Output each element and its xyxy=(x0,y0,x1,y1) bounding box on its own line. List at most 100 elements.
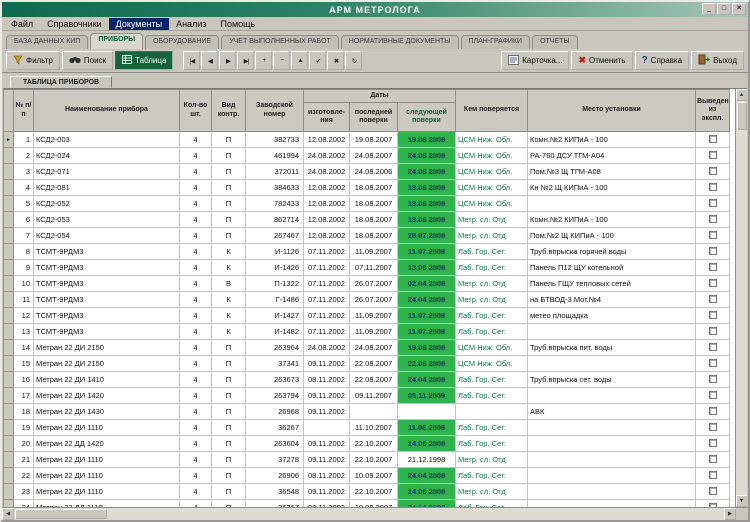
table-row[interactable]: 22Метран 22 ДИ 11104П2690608.11.200210.0… xyxy=(4,468,730,484)
cell-place[interactable]: Труб.впрыска горячей воды xyxy=(528,244,696,260)
cell-qty[interactable]: 4 xyxy=(180,132,212,148)
cell-serial[interactable]: 26367 xyxy=(246,500,304,508)
menu-item[interactable]: Помощь xyxy=(213,18,262,30)
cell-marker[interactable] xyxy=(4,212,14,228)
cell-vid[interactable]: П xyxy=(212,164,246,180)
cell-next[interactable]: 19.08.2008 xyxy=(398,340,456,356)
cell-qty[interactable]: 4 xyxy=(180,484,212,500)
cell-checker[interactable]: Лаб. Гор. Сет. xyxy=(456,324,528,340)
cell-next[interactable]: 22.08.2008 xyxy=(398,356,456,372)
cell-serial[interactable]: 36548 xyxy=(246,484,304,500)
cell-num[interactable]: 4 xyxy=(14,180,34,196)
retired-checkbox[interactable] xyxy=(709,135,717,143)
cell-marker[interactable]: ► xyxy=(4,132,14,148)
retired-checkbox[interactable] xyxy=(709,359,717,367)
retired-checkbox[interactable] xyxy=(709,503,717,508)
table-row[interactable]: 16Метран 22 ДИ 14104П26367308.11.200222.… xyxy=(4,372,730,388)
cell-place[interactable] xyxy=(528,356,696,372)
cell-name[interactable]: Метран 22 ДИ 1110 xyxy=(34,484,180,500)
cell-qty[interactable]: 4 xyxy=(180,164,212,180)
cell-place[interactable]: Комн.№2 КИПиА - 100 xyxy=(528,212,696,228)
cell-checker[interactable]: ЦСМ Ниж. Обл. xyxy=(456,180,528,196)
cell-last[interactable]: 22.10.2007 xyxy=(350,484,398,500)
cell-last[interactable]: 11.09.2007 xyxy=(350,324,398,340)
cell-last[interactable]: 26.07.2007 xyxy=(350,276,398,292)
cell-qty[interactable]: 4 xyxy=(180,212,212,228)
cell-serial[interactable]: 37341 xyxy=(246,356,304,372)
cell-checker[interactable]: ЦСМ Ниж. Обл. xyxy=(456,340,528,356)
cell-num[interactable]: 20 xyxy=(14,436,34,452)
cell-vid[interactable]: П xyxy=(212,148,246,164)
cell-checker[interactable]: Лаб. Гор. Сет. xyxy=(456,420,528,436)
cell-next[interactable]: 24.08.2008 xyxy=(398,164,456,180)
cell-vid[interactable]: П xyxy=(212,356,246,372)
table-view-toggle[interactable]: Таблица xyxy=(115,51,173,70)
maximize-button[interactable]: □ xyxy=(717,3,731,15)
cell-name[interactable]: Метран 22 ДИ 2150 xyxy=(34,356,180,372)
cell-last[interactable]: 24.08.2006 xyxy=(350,164,398,180)
cell-made[interactable]: 09.11.2002 xyxy=(304,388,350,404)
table-row[interactable]: 3КСД2-0714П37201124.08.200224.08.200624.… xyxy=(4,164,730,180)
cell-last[interactable]: 22.08.2007 xyxy=(350,372,398,388)
title-bar[interactable]: АРМ МЕТРОЛОГА _ □ ✕ xyxy=(2,2,748,17)
cell-made[interactable]: 12.08.2002 xyxy=(304,180,350,196)
cell-vid[interactable]: П xyxy=(212,484,246,500)
cell-next[interactable]: 19.08.2008 xyxy=(398,132,456,148)
cell-marker[interactable] xyxy=(4,276,14,292)
cell-vid[interactable]: П xyxy=(212,452,246,468)
vertical-scroll-thumb[interactable] xyxy=(737,102,747,130)
cell-qty[interactable]: 4 xyxy=(180,244,212,260)
cell-place[interactable] xyxy=(528,500,696,508)
cell-checker[interactable]: ЦСМ Ниж. Обл. xyxy=(456,196,528,212)
cell-made[interactable]: 09.11.2002 xyxy=(304,404,350,420)
cell-serial[interactable]: 384633 xyxy=(246,180,304,196)
cell-num[interactable]: 6 xyxy=(14,212,34,228)
cell-marker[interactable] xyxy=(4,324,14,340)
cell-next[interactable]: 11.07.2008 xyxy=(398,324,456,340)
cell-num[interactable]: 17 xyxy=(14,388,34,404)
cell-num[interactable]: 10 xyxy=(14,276,34,292)
cell-vid[interactable]: К xyxy=(212,292,246,308)
cell-next[interactable]: 24.04.2008 xyxy=(398,500,456,508)
cell-vid[interactable]: П xyxy=(212,420,246,436)
filter-button[interactable]: Фильтр xyxy=(6,51,60,70)
cell-serial[interactable]: 26968 xyxy=(246,404,304,420)
cell-qty[interactable]: 4 xyxy=(180,308,212,324)
cell-next[interactable]: 28.07.2008 xyxy=(398,228,456,244)
cell-next[interactable]: 11.06.2008 xyxy=(398,420,456,436)
cell-marker[interactable] xyxy=(4,436,14,452)
cell-name[interactable]: КСД2-052 xyxy=(34,196,180,212)
retired-checkbox[interactable] xyxy=(709,471,717,479)
retired-checkbox[interactable] xyxy=(709,423,717,431)
cell-place[interactable] xyxy=(528,420,696,436)
cell-serial[interactable]: 263964 xyxy=(246,340,304,356)
cell-marker[interactable] xyxy=(4,308,14,324)
cell-place[interactable] xyxy=(528,484,696,500)
cell-marker[interactable] xyxy=(4,468,14,484)
delete-record-button[interactable]: − xyxy=(273,51,290,70)
tab[interactable]: ПЛАН-ГРАФИКИ xyxy=(461,35,531,49)
cell-qty[interactable]: 4 xyxy=(180,340,212,356)
cell-marker[interactable] xyxy=(4,228,14,244)
cell-last[interactable]: 11.10.2007 xyxy=(350,420,398,436)
cell-place[interactable]: Труб.впрыска сет. воды xyxy=(528,372,696,388)
table-row[interactable]: 9ТСМТ-9РДМ34КИ-142607.11.200207.11.20071… xyxy=(4,260,730,276)
cell-vid[interactable]: К xyxy=(212,260,246,276)
menu-item[interactable]: Документы xyxy=(109,18,169,30)
cell-qty[interactable]: 4 xyxy=(180,404,212,420)
cancel-edit-button[interactable]: ✖ xyxy=(327,51,344,70)
cell-vid[interactable]: П xyxy=(212,372,246,388)
cell-marker[interactable] xyxy=(4,500,14,508)
cell-name[interactable]: КСД2-081 xyxy=(34,180,180,196)
cell-place[interactable] xyxy=(528,468,696,484)
cell-checker[interactable]: Лаб. Гор. Сет. xyxy=(456,436,528,452)
cell-checker[interactable]: Лаб. Гор. Сет. xyxy=(456,308,528,324)
cell-checker[interactable]: Метр. сл. Отд. xyxy=(456,452,528,468)
cell-marker[interactable] xyxy=(4,356,14,372)
retired-checkbox[interactable] xyxy=(709,263,717,271)
cell-next[interactable]: 24.08.2008 xyxy=(398,148,456,164)
scroll-right-icon[interactable]: ▶ xyxy=(724,508,736,520)
cell-vid[interactable]: П xyxy=(212,196,246,212)
cancel-button[interactable]: ✖ Отменить xyxy=(571,51,632,70)
cell-name[interactable]: Метран 22 ДИ 1420 xyxy=(34,388,180,404)
